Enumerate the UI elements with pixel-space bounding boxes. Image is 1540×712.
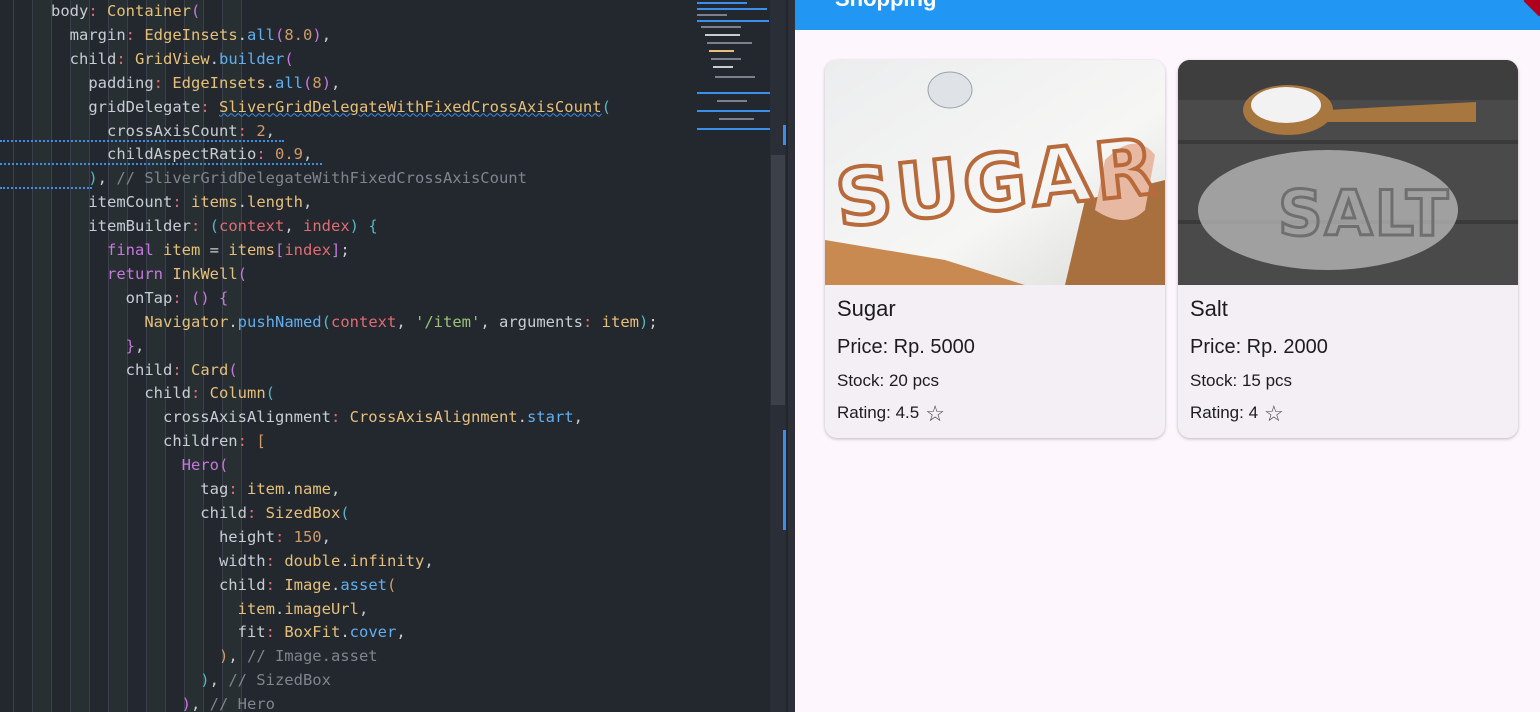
code-line: onTap: () { [51,288,229,307]
code-line: crossAxisCount: 2, [51,121,275,140]
rating-text: Rating: 4 [1190,403,1259,422]
app-bar: Shopping [795,0,1540,30]
code-line: child: SizedBox( [51,503,350,522]
product-stock: Stock: 15 pcs [1190,371,1293,390]
product-name: Sugar [837,296,896,321]
code-line: ), // Hero [51,695,275,712]
code-line: child: Column( [51,384,275,403]
code-line: itemCount: items.length, [51,193,313,212]
app-bar-title: Shopping [835,0,936,12]
product-card-sugar[interactable]: SUGAR Sugar Price: Rp. 5000 Stock: 20 pc… [825,60,1165,438]
code-line: padding: EdgeInsets.all(8), [51,73,341,92]
scroll-marker [783,430,786,530]
code-line: final item = items[index]; [51,241,350,259]
code-line: fit: BoxFit.cover, [51,623,406,642]
split-divider[interactable] [788,0,795,712]
flutter-app-window: Shopping SUGAR Sugar Price: Rp. 5000 Sto… [795,0,1540,712]
code-line: children: [ [51,432,266,451]
code-line: child: Image.asset( [51,575,397,594]
code-line: tag: item.name, [51,480,341,498]
product-image-salt: SALT [1178,60,1518,285]
code-line: width: double.infinity, [51,551,434,570]
code-editor[interactable]: body: Container( margin: EdgeInsets.all(… [0,0,788,712]
code-line: item.imageUrl, [51,599,369,618]
star-outline-icon: ☆ [925,400,945,426]
code-line: childAspectRatio: 0.9, [51,145,313,164]
code-line: }, [51,336,145,355]
rating-text: Rating: 4.5 [837,403,920,422]
code-line: height: 150, [51,527,331,546]
code-line: crossAxisAlignment: CrossAxisAlignment.s… [51,408,583,427]
scroll-marker [783,125,786,145]
code-line: ), // Image.asset [51,647,378,666]
product-stock: Stock: 20 pcs [837,371,940,390]
code-line: itemBuilder: (context, index) { [51,217,378,236]
product-rating: Rating: 4.5 ☆ [837,400,945,426]
scrollbar-thumb[interactable] [771,155,785,405]
product-image-sugar: SUGAR [825,60,1165,285]
product-name: Salt [1190,296,1228,321]
code-line: margin: EdgeInsets.all(8.0), [51,25,332,44]
code-line: return InkWell( [51,264,247,283]
code-line: body: Container( [51,2,201,20]
svg-text:SALT: SALT [1278,177,1450,250]
star-outline-icon: ☆ [1264,400,1284,426]
code-line: ), // SizedBox [51,671,331,690]
code-line: Navigator.pushNamed(context, '/item', ar… [51,312,658,331]
code-line: Hero( [51,456,229,475]
code-line: gridDelegate: SliverGridDelegateWithFixe… [51,97,611,116]
product-price: Price: Rp. 2000 [1190,336,1328,358]
code-line: child: Card( [51,360,238,379]
product-price: Price: Rp. 5000 [837,336,975,358]
minimap[interactable] [695,0,770,160]
code-line: ), // SliverGridDelegateWithFixedCrossAx… [51,169,527,188]
product-card-salt[interactable]: SALT Salt Price: Rp. 2000 Stock: 15 pcs … [1178,60,1518,438]
code-line: child: GridView.builder( [51,49,294,68]
product-rating: Rating: 4 ☆ [1190,400,1284,426]
